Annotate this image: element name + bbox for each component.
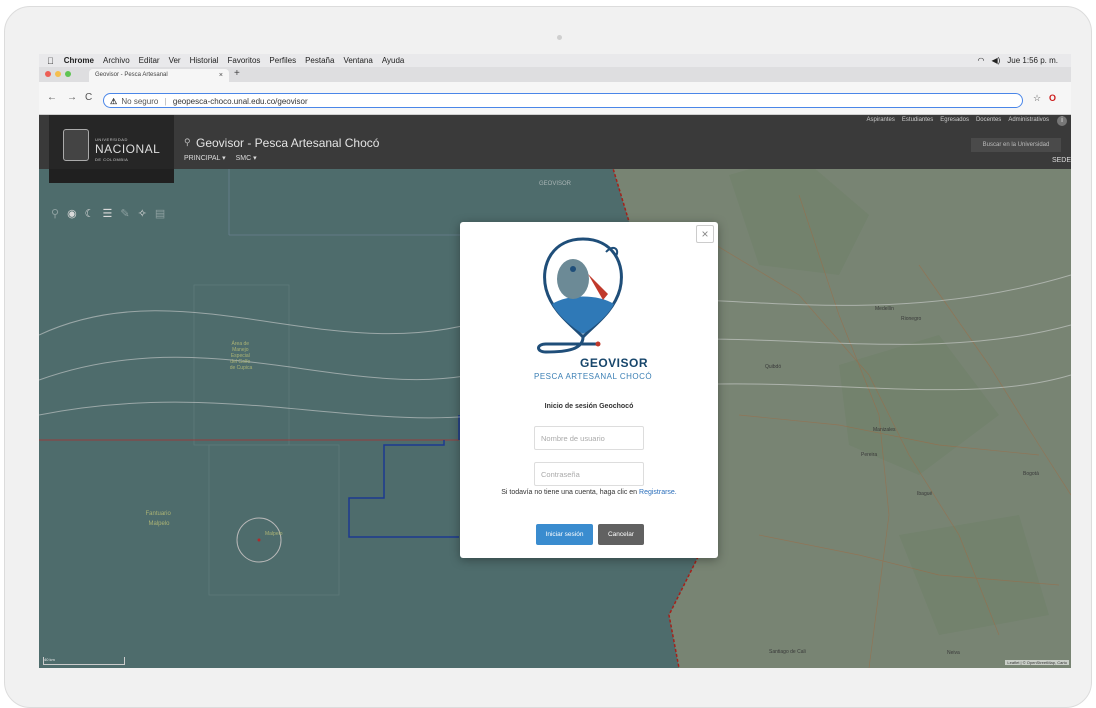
browser-tab[interactable]: Geovisor - Pesca Artesanal × — [89, 69, 229, 82]
close-window-button[interactable] — [45, 71, 51, 77]
bookmark-star-icon[interactable]: ☆ — [1033, 93, 1041, 104]
address-separator: | — [164, 97, 167, 106]
cancel-button[interactable]: Cancelar — [598, 524, 644, 545]
link-aspirantes[interactable]: Aspirantes — [867, 117, 895, 123]
login-heading: Inicio de sesión Geochocó — [544, 403, 634, 410]
menu-archivo[interactable]: Archivo — [103, 56, 130, 65]
university-seal-icon — [63, 129, 89, 161]
menu-pestana[interactable]: Pestaña — [305, 56, 334, 65]
brand-title: GEOVISOR — [580, 356, 649, 370]
browser-toolbar: ← → C ⚠ No seguro | geopesca-choco.unal.… — [39, 82, 1071, 115]
menu-editar[interactable]: Editar — [139, 56, 160, 65]
warning-icon: ⚠ — [110, 97, 118, 106]
register-link[interactable]: Registrarse. — [639, 489, 677, 496]
nav-smc[interactable]: SMC ▾ — [236, 154, 257, 162]
volume-icon[interactable]: ◀) — [991, 56, 1000, 65]
clock[interactable]: Jue 1:56 p. m. — [1007, 56, 1058, 65]
tab-close-icon[interactable]: × — [219, 69, 223, 82]
university-name: NACIONAL — [95, 142, 161, 156]
back-button[interactable]: ← — [47, 92, 57, 103]
university-line3: DE COLOMBIA — [95, 157, 129, 162]
login-dialog: × GEOVISOR PESCA ARTESANAL CHOCÓ Inicio … — [460, 222, 718, 558]
minimize-window-button[interactable] — [55, 71, 61, 77]
brand-subtitle: PESCA ARTESANAL CHOCÓ — [534, 372, 653, 381]
geovisor-logo — [537, 237, 623, 354]
camera-dot — [557, 35, 562, 40]
info-icon[interactable]: i — [1057, 116, 1067, 126]
menu-app-name[interactable]: Chrome — [64, 56, 94, 65]
top-links: Aspirantes Estudiantes Egresados Docente… — [860, 117, 1049, 123]
map-scale: 40 km — [43, 657, 125, 665]
new-tab-button[interactable]: + — [234, 68, 240, 79]
opera-extension-icon[interactable]: O — [1049, 93, 1056, 103]
university-search-button[interactable]: Buscar en la Universidad — [971, 138, 1061, 152]
link-docentes[interactable]: Docentes — [976, 117, 1001, 123]
menu-perfiles[interactable]: Perfiles — [269, 56, 296, 65]
location-pin-icon: ⚲ — [184, 137, 191, 147]
link-administrativos[interactable]: Administrativos — [1008, 117, 1049, 123]
register-prefix: Si todavía no tiene una cuenta, haga cli… — [501, 489, 640, 496]
window-controls — [45, 71, 75, 77]
map-attribution[interactable]: Leaflet | © OpenStreetMap, Carto — [1005, 660, 1069, 665]
screen:  Chrome Archivo Editar Ver Historial Fa… — [39, 54, 1071, 668]
login-button[interactable]: Iniciar sesión — [536, 524, 593, 545]
link-egresados[interactable]: Egresados — [940, 117, 969, 123]
register-prompt: Si todavía no tiene una cuenta, haga cli… — [460, 489, 718, 496]
apple-icon[interactable]:  — [47, 56, 54, 66]
link-estudiantes[interactable]: Estudiantes — [902, 117, 933, 123]
zoom-window-button[interactable] — [65, 71, 71, 77]
username-input[interactable] — [534, 426, 644, 450]
menubar-status: ◠ ◀) Jue 1:56 p. m. — [977, 54, 1065, 67]
menu-favoritos[interactable]: Favoritos — [228, 56, 261, 65]
address-bar[interactable]: ⚠ No seguro | geopesca-choco.unal.edu.co… — [103, 93, 1023, 108]
macos-menubar:  Chrome Archivo Editar Ver Historial Fa… — [39, 54, 1071, 67]
forward-button[interactable]: → — [67, 92, 77, 103]
close-dialog-button[interactable]: × — [696, 225, 714, 243]
sede-link[interactable]: SEDE — [1052, 157, 1071, 164]
nav-principal[interactable]: PRINCIPAL ▾ — [184, 154, 226, 162]
menu-historial[interactable]: Historial — [190, 56, 219, 65]
reload-button[interactable]: C — [85, 92, 92, 103]
menu-ventana[interactable]: Ventana — [343, 56, 372, 65]
tab-title: Geovisor - Pesca Artesanal — [95, 72, 168, 78]
site-nav: PRINCIPAL ▾ SMC ▾ — [184, 154, 267, 162]
password-input[interactable] — [534, 462, 644, 486]
browser-tabbar: Geovisor - Pesca Artesanal × + — [39, 67, 1071, 82]
site-title: Geovisor - Pesca Artesanal Chocó — [196, 136, 380, 150]
security-label[interactable]: No seguro — [121, 97, 158, 106]
wifi-icon[interactable]: ◠ — [977, 56, 984, 65]
url-text: geopesca-choco.unal.edu.co/geovisor — [172, 97, 308, 106]
menu-ayuda[interactable]: Ayuda — [382, 56, 405, 65]
menu-ver[interactable]: Ver — [169, 56, 181, 65]
